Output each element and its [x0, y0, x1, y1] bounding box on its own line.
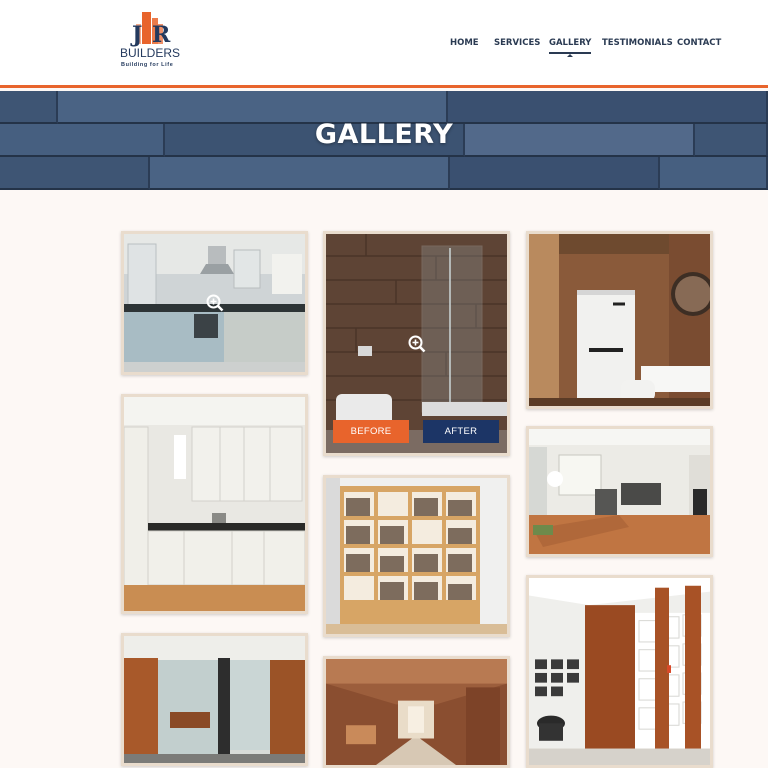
gallery-item-bookshelves[interactable] — [323, 475, 510, 637]
svg-text:R: R — [152, 22, 171, 48]
nav-link-services[interactable]: SERVICES — [494, 38, 540, 48]
page-banner: GALLERY — [0, 91, 768, 190]
gallery-item-dining-room[interactable] — [526, 426, 713, 557]
gallery-item-kitchen-1[interactable] — [121, 231, 308, 375]
gallery-item-bathroom-1[interactable]: BEFORE AFTER — [323, 231, 510, 456]
nav-link-home[interactable]: HOME — [450, 38, 479, 48]
before-button[interactable]: BEFORE — [333, 420, 409, 443]
zoom-in-icon[interactable] — [206, 294, 224, 312]
bookshelf-photo — [326, 478, 507, 634]
after-button[interactable]: AFTER — [423, 420, 499, 443]
svg-text:Building for Life: Building for Life — [121, 62, 173, 68]
kitchen-photo — [124, 397, 305, 611]
wood-plank — [0, 157, 150, 190]
svg-text:J: J — [130, 22, 142, 48]
wood-plank — [450, 157, 660, 190]
living-room-photo — [529, 578, 710, 765]
corridor-photo — [326, 659, 507, 765]
logo-wordmark: BUILDERS — [120, 46, 180, 60]
nav-link-gallery[interactable]: GALLERY — [549, 38, 592, 57]
office-photo — [124, 636, 305, 763]
gallery-item-kitchen-2[interactable] — [121, 394, 308, 614]
wood-plank — [660, 157, 768, 190]
gallery-item-office[interactable] — [121, 633, 308, 766]
gallery-item-bathroom-2[interactable] — [526, 231, 713, 409]
wood-plank — [150, 157, 450, 190]
gallery-item-living-room[interactable] — [526, 575, 713, 768]
dining-room-photo — [529, 429, 710, 554]
nav-link-contact[interactable]: CONTACT — [677, 38, 721, 48]
zoom-in-icon[interactable] — [408, 335, 426, 353]
jr-builders-logo[interactable]: J R BUILDERS Building for Life — [118, 10, 182, 70]
site-header: J R BUILDERS Building for Life HOME SERVI… — [0, 0, 768, 88]
nav-link-testimonials[interactable]: TESTIMONIALS — [602, 38, 673, 48]
page-title: GALLERY — [314, 119, 454, 150]
bathroom-photo — [529, 234, 710, 406]
gallery-item-corridor[interactable] — [323, 656, 510, 768]
